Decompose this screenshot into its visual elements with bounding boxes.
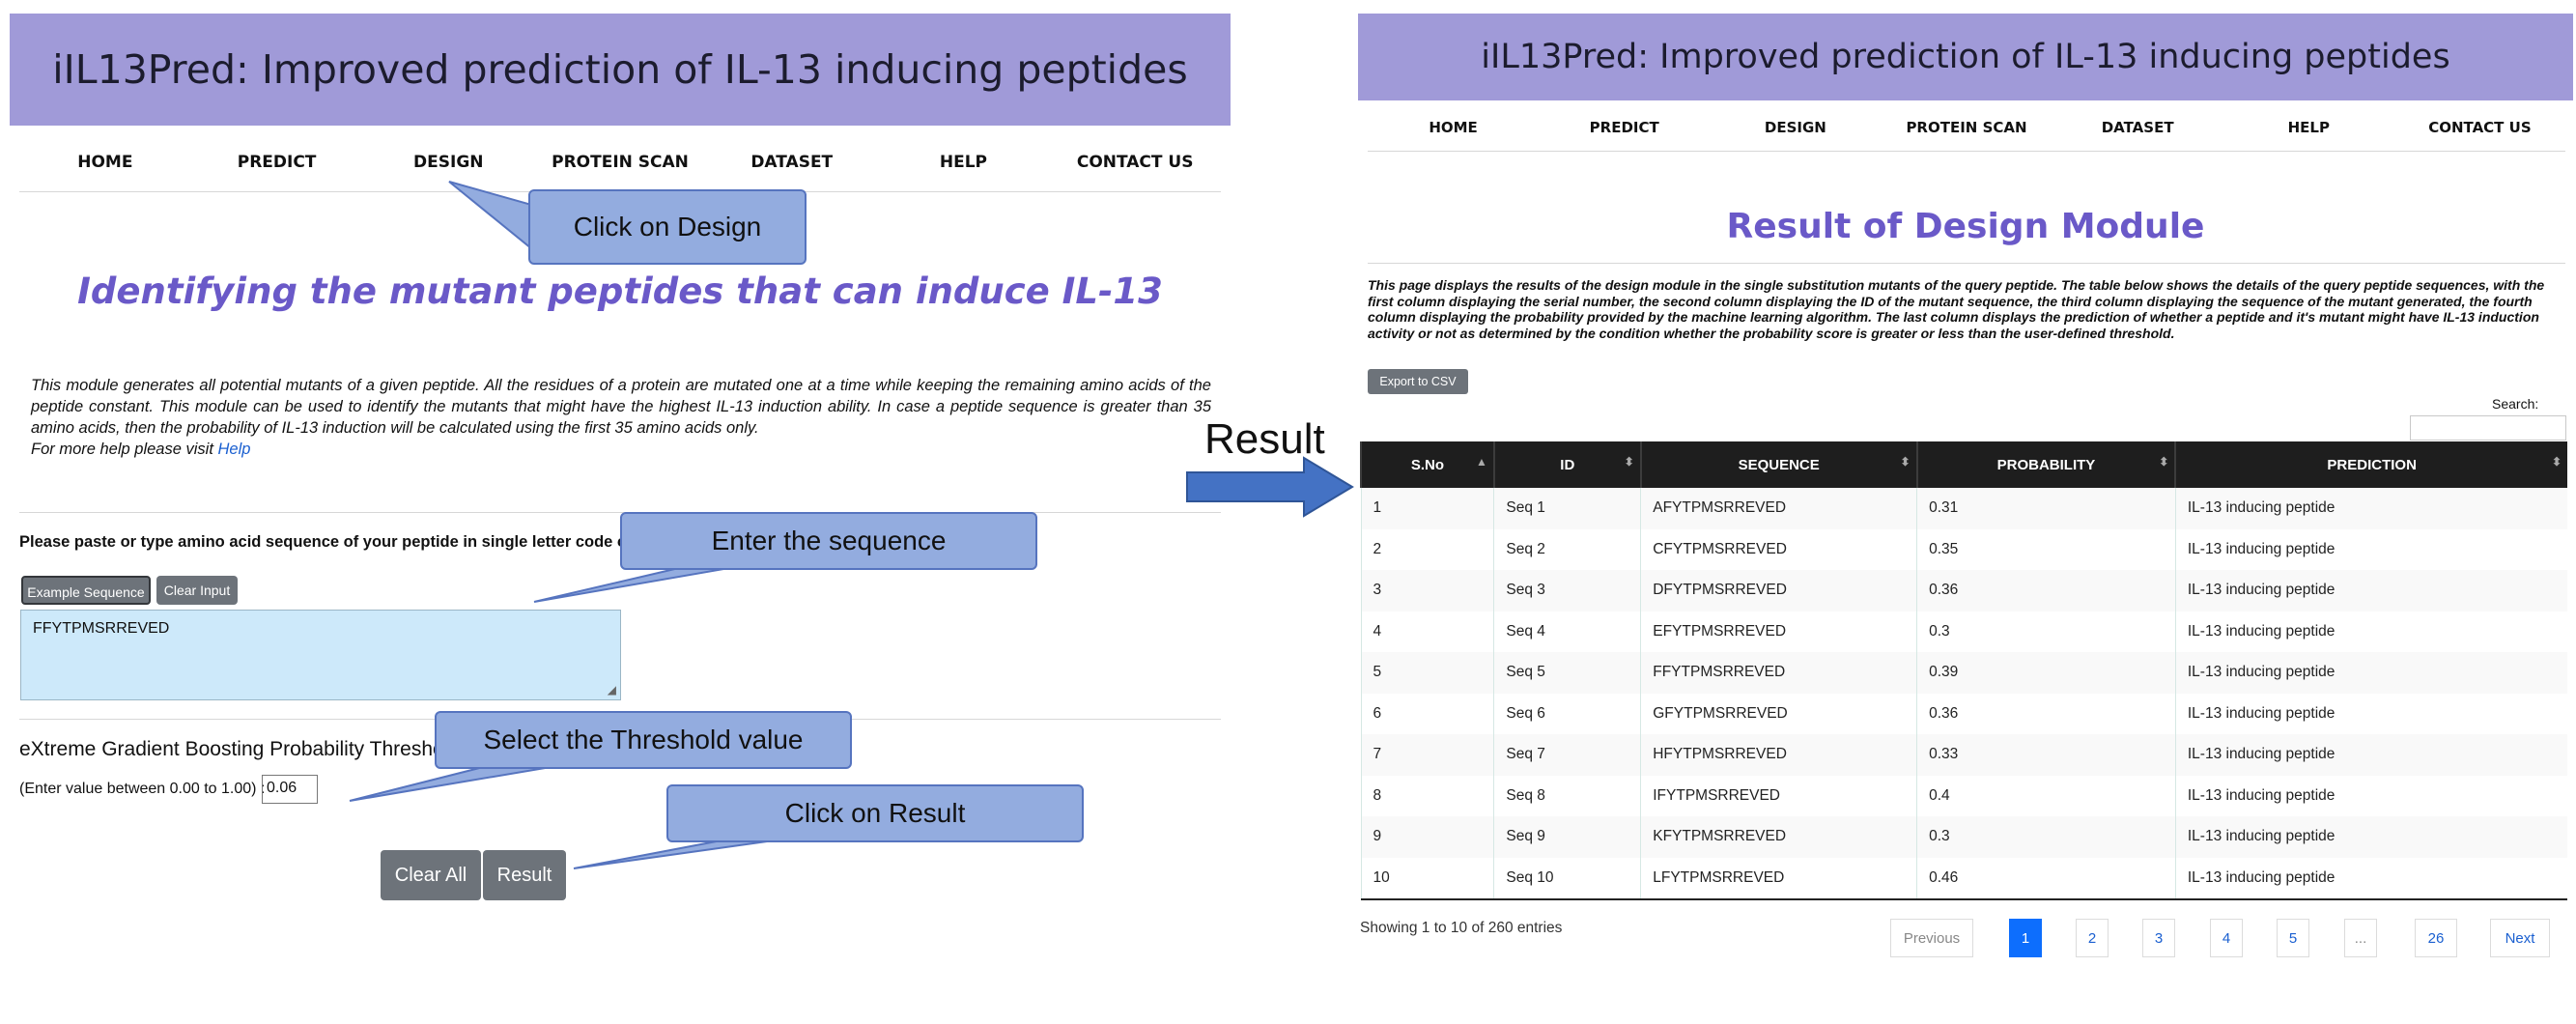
table-row: 6 Seq 6 GFYTPMSRREVED 0.36 IL-13 inducing pe…	[1360, 693, 2567, 734]
callout-click-result: Click on Result	[666, 784, 1084, 842]
export-csv-button[interactable]: Export to CSV	[1368, 369, 1468, 394]
nav-dataset[interactable]: DATASET	[2052, 119, 2223, 136]
result-label: Result	[1204, 415, 1325, 463]
pagination-page-1[interactable]: 1	[2009, 919, 2042, 957]
table-row: 5 Seq 5 FFYTPMSRREVED 0.39 IL-13 inducing pe…	[1360, 652, 2567, 694]
pagination-next[interactable]: Next	[2490, 919, 2550, 957]
sort-icon: ⬍	[2551, 455, 2562, 469]
entries-info: Showing 1 to 10 of 260 entries	[1360, 920, 1563, 936]
nav-contact-us[interactable]: CONTACT US	[2394, 119, 2565, 136]
pagination-page-5[interactable]: 5	[2277, 919, 2309, 957]
sort-icon: ▲	[1475, 455, 1487, 469]
right-nav-bar: HOME PREDICT DESIGN PROTEIN SCAN DATASET…	[1368, 119, 2565, 136]
table-row: 7 Seq 7 HFYTPMSRREVED 0.33 IL-13 inducing pe…	[1360, 734, 2567, 776]
result-page-title: Result of Design Module	[1726, 207, 2205, 246]
nav-protein-scan[interactable]: PROTEIN SCAN	[1881, 119, 2052, 136]
table-row: 1 Seq 1 AFYTPMSRREVED 0.31 IL-13 inducing pe…	[1360, 488, 2567, 529]
column-header-sequence[interactable]: SEQUENCE ⬍	[1639, 441, 1917, 488]
pagination-page-3[interactable]: 3	[2142, 919, 2175, 957]
table-row: 4 Seq 4 EFYTPMSRREVED 0.3 IL-13 inducing pep…	[1360, 611, 2567, 652]
nav-design[interactable]: DESIGN	[1710, 119, 1881, 136]
table-row: 3 Seq 3 DFYTPMSRREVED 0.36 IL-13 inducing pe…	[1360, 570, 2567, 612]
column-header-probability[interactable]: PROBABILITY ⬍	[1915, 441, 2176, 488]
callout-click-design: Click on Design	[528, 189, 807, 265]
pagination-ellipsis: ...	[2344, 919, 2377, 957]
pagination-page-26[interactable]: 26	[2415, 919, 2457, 957]
right-banner-title: iIL13Pred: Improved prediction of IL-13 …	[1358, 14, 2573, 100]
search-label: Search:	[2492, 396, 2539, 412]
column-header-id[interactable]: ID ⬍	[1492, 441, 1641, 488]
pagination-page-4[interactable]: 4	[2210, 919, 2243, 957]
sort-icon: ⬍	[1900, 455, 1911, 469]
nav-help[interactable]: HELP	[2223, 119, 2394, 136]
callout-select-threshold: Select the Threshold value	[435, 711, 852, 769]
nav-divider	[1368, 151, 2565, 152]
result-table: S.No ▲ ID ⬍ SEQUENCE ⬍ PROBABILITY ⬍ PREDICT…	[1360, 441, 2567, 900]
right-arrow-icon	[1186, 456, 1354, 518]
title-divider	[1368, 263, 2565, 264]
table-row: 10 Seq 10 LFYTPMSRREVED 0.46 IL-13 inducing …	[1360, 857, 2567, 900]
column-header-sno[interactable]: S.No ▲	[1360, 441, 1494, 488]
table-row: 9 Seq 9 KFYTPMSRREVED 0.3 IL-13 inducing pep…	[1360, 816, 2567, 858]
result-description: This page displays the results of the de…	[1368, 277, 2545, 341]
callout-enter-sequence: Enter the sequence	[620, 512, 1037, 570]
nav-home[interactable]: HOME	[1368, 119, 1539, 136]
column-header-prediction[interactable]: PREDICTION ⬍	[2174, 441, 2567, 488]
sort-icon: ⬍	[2159, 455, 2169, 469]
nav-predict[interactable]: PREDICT	[1539, 119, 1710, 136]
table-row: 2 Seq 2 CFYTPMSRREVED 0.35 IL-13 inducing pe…	[1360, 528, 2567, 570]
search-input[interactable]	[2410, 415, 2566, 441]
table-row: 8 Seq 8 IFYTPMSRREVED 0.4 IL-13 inducing pep…	[1360, 775, 2567, 816]
pagination-previous[interactable]: Previous	[1890, 919, 1973, 957]
pagination-page-2[interactable]: 2	[2076, 919, 2109, 957]
sort-icon: ⬍	[1624, 455, 1634, 469]
